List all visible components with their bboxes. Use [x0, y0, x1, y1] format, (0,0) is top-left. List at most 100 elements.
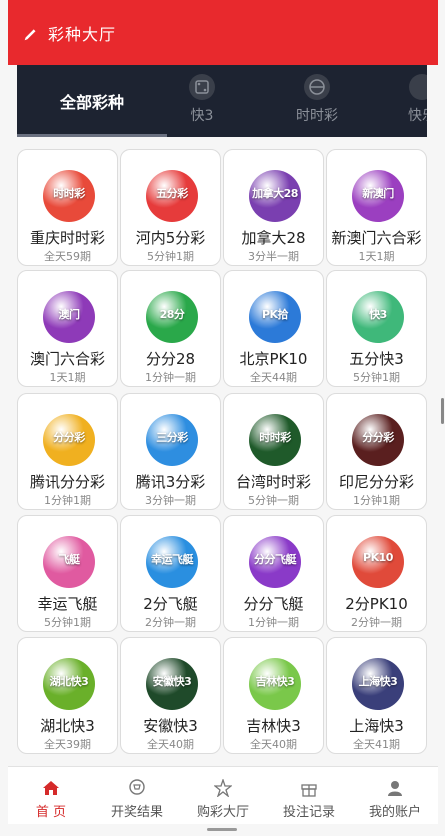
game-logo-icon: 五分彩 — [146, 170, 198, 222]
game-name: 2分PK10 — [345, 595, 408, 613]
nav-label: 开奖结果 — [110, 805, 163, 820]
game-name: 分分28 — [145, 350, 196, 368]
game-logo-icon: 快3 — [352, 291, 404, 343]
nav-home[interactable]: 首 页 — [8, 767, 94, 824]
game-name: 分分飞艇 — [243, 595, 304, 613]
trophy-icon — [129, 779, 145, 795]
game-name: 湖北快3 — [40, 717, 95, 735]
tab-kuaile[interactable]: 快乐 — [377, 73, 427, 133]
game-logo-text: 吉林快3 — [255, 675, 295, 688]
game-period: 2分钟一期 — [351, 616, 402, 629]
game-card[interactable]: 湖北快3 湖北快3 全天39期 — [17, 637, 118, 754]
nav-lobby[interactable]: 购彩大厅 — [180, 767, 266, 824]
lottery-icon — [409, 74, 427, 100]
game-logo-icon: 上海快3 — [352, 658, 404, 710]
game-card[interactable]: 分分彩 印尼分分彩 1分钟1期 — [326, 393, 427, 510]
game-logo-text: 幸运飞艇 — [151, 553, 194, 566]
game-period: 1天1期 — [49, 371, 86, 384]
star-icon — [214, 779, 232, 797]
game-logo-text: 加拿大28 — [252, 187, 298, 200]
game-logo-icon: 飞艇 — [43, 536, 95, 588]
game-period: 5分钟一期 — [248, 494, 299, 507]
game-card[interactable]: 分分飞艇 分分飞艇 1分钟一期 — [223, 515, 324, 632]
game-logo-text: 快3 — [369, 308, 387, 321]
game-card[interactable]: 飞艇 幸运飞艇 5分钟1期 — [17, 515, 118, 632]
game-card[interactable]: 安徽快3 安徽快3 全天40期 — [120, 637, 221, 754]
game-logo-icon: 加拿大28 — [249, 170, 301, 222]
game-name: 新澳门六合彩 — [331, 229, 422, 247]
game-period: 1天1期 — [358, 250, 395, 263]
game-card[interactable]: 分分彩 腾讯分分彩 1分钟1期 — [17, 393, 118, 510]
game-period: 3分钟一期 — [145, 494, 196, 507]
header-bar: 彩种大厅 — [8, 0, 438, 65]
game-period: 全天41期 — [353, 738, 400, 751]
game-card[interactable]: 上海快3 上海快3 全天41期 — [326, 637, 427, 754]
game-logo-text: 澳门 — [58, 308, 81, 321]
dice-icon — [189, 74, 215, 100]
game-logo-icon: 分分彩 — [43, 414, 95, 466]
lottery-hall-page: 彩种大厅 全部彩种 快3 时时彩 快乐 时时 — [0, 0, 445, 836]
ball-icon — [304, 74, 330, 100]
nav-account[interactable]: 我的账户 — [352, 767, 438, 824]
game-logo-icon: 28分 — [146, 291, 198, 343]
scrollbar-thumb[interactable] — [441, 398, 444, 424]
game-logo-text: 五分彩 — [156, 187, 188, 200]
game-logo-icon: 澳门 — [43, 291, 95, 343]
game-name: 加拿大28 — [241, 229, 306, 247]
game-logo-icon: 分分飞艇 — [249, 536, 301, 588]
game-period: 全天44期 — [250, 371, 297, 384]
nav-label: 首 页 — [35, 805, 67, 820]
game-card[interactable]: 加拿大28 加拿大28 3分半一期 — [223, 149, 324, 266]
nav-bet-records[interactable]: 投注记录 — [266, 767, 352, 824]
game-logo-icon: PK拾 — [249, 291, 301, 343]
game-card[interactable]: 三分彩 腾讯3分彩 3分钟一期 — [120, 393, 221, 510]
user-icon — [388, 781, 402, 796]
game-period: 3分半一期 — [248, 250, 299, 263]
tab-label: 快乐 — [408, 108, 427, 124]
game-card[interactable]: PK10 2分PK10 2分钟一期 — [326, 515, 427, 632]
game-logo-text: 飞艇 — [58, 553, 81, 566]
game-period: 5分钟1期 — [147, 250, 194, 263]
tab-kuai3[interactable]: 快3 — [157, 73, 247, 133]
page-title: 彩种大厅 — [48, 24, 117, 44]
game-card[interactable]: 时时彩 台湾时时彩 5分钟一期 — [223, 393, 324, 510]
home-indicator — [207, 828, 237, 831]
game-name: 安徽快3 — [143, 717, 198, 735]
game-logo-text: 安徽快3 — [152, 675, 192, 688]
game-name: 澳门六合彩 — [29, 350, 105, 368]
game-period: 全天39期 — [44, 738, 91, 751]
game-name: 2分飞艇 — [143, 595, 198, 613]
game-card[interactable]: PK拾北京PK10 全天44期 — [223, 270, 324, 387]
game-logo-text: 28分 — [159, 308, 185, 321]
game-card[interactable]: 吉林快3 吉林快3 全天40期 — [223, 637, 324, 754]
tab-shishicai[interactable]: 时时彩 — [272, 73, 362, 133]
game-logo-text: PK10 — [363, 551, 393, 564]
game-name: 腾讯3分彩 — [135, 473, 206, 491]
game-card[interactable]: 快3 五分快3 5分钟1期 — [326, 270, 427, 387]
game-logo-text: 上海快3 — [358, 675, 398, 688]
tab-label: 快3 — [190, 108, 214, 124]
game-logo-icon: 吉林快3 — [249, 658, 301, 710]
game-name: 台湾时时彩 — [235, 473, 311, 491]
game-logo-text: 分分飞艇 — [254, 553, 297, 566]
game-period: 2分钟一期 — [145, 616, 196, 629]
game-name: 北京PK10 — [239, 350, 308, 368]
game-period: 5分钟1期 — [353, 371, 400, 384]
active-tab-indicator — [17, 134, 167, 137]
game-logo-icon: 新澳门 — [352, 170, 404, 222]
nav-label: 投注记录 — [282, 805, 335, 820]
game-card[interactable]: 幸运飞艇 2分飞艇 2分钟一期 — [120, 515, 221, 632]
game-name: 印尼分分彩 — [338, 473, 414, 491]
tab-all[interactable]: 全部彩种 — [17, 65, 167, 137]
bottom-nav: 首 页 开奖结果 购彩大厅 投注记录 我的账户 — [8, 766, 438, 824]
game-logo-text: 新澳门 — [362, 187, 394, 200]
game-card[interactable]: 新澳门新澳门六合彩 1天1期 — [326, 149, 427, 266]
game-card[interactable]: 时时彩 重庆时时彩 全天59期 — [17, 149, 118, 266]
nav-results[interactable]: 开奖结果 — [94, 767, 180, 824]
game-logo-icon: PK10 — [352, 536, 404, 588]
game-card[interactable]: 五分彩 河内5分彩 5分钟1期 — [120, 149, 221, 266]
game-period: 全天40期 — [147, 738, 194, 751]
game-period: 1分钟1期 — [44, 494, 91, 507]
game-card[interactable]: 澳门澳门六合彩 1天1期 — [17, 270, 118, 387]
game-card[interactable]: 28分 分分28 1分钟一期 — [120, 270, 221, 387]
